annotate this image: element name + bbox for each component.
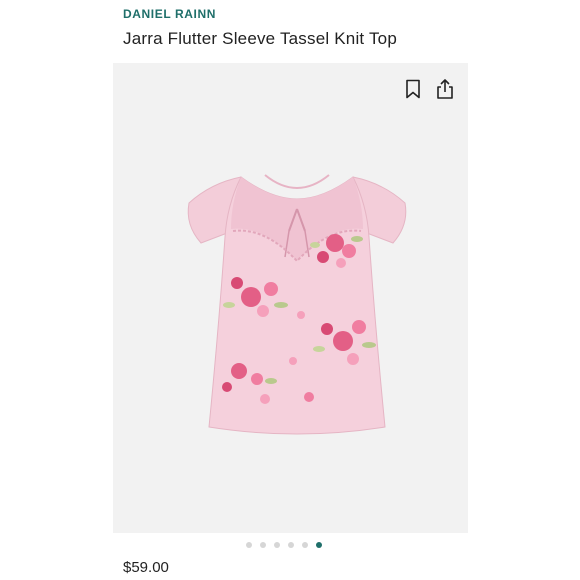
product-price: $59.00 [123,559,169,576]
carousel-dot[interactable] [246,542,252,548]
carousel-dot[interactable] [302,542,308,548]
carousel-dot[interactable] [260,542,266,548]
blouse-floral-image [187,174,407,435]
product-title: Jarra Flutter Sleeve Tassel Knit Top [123,29,397,48]
bookmark-icon[interactable] [401,77,425,101]
carousel-dot[interactable] [274,542,280,548]
brand-name[interactable]: DANIEL RAINN [123,7,216,21]
share-icon[interactable] [433,77,457,101]
carousel-dot[interactable] [288,542,294,548]
product-image-panel[interactable] [113,63,468,533]
carousel-dot-active[interactable] [316,542,322,548]
carousel-dots [246,542,322,548]
